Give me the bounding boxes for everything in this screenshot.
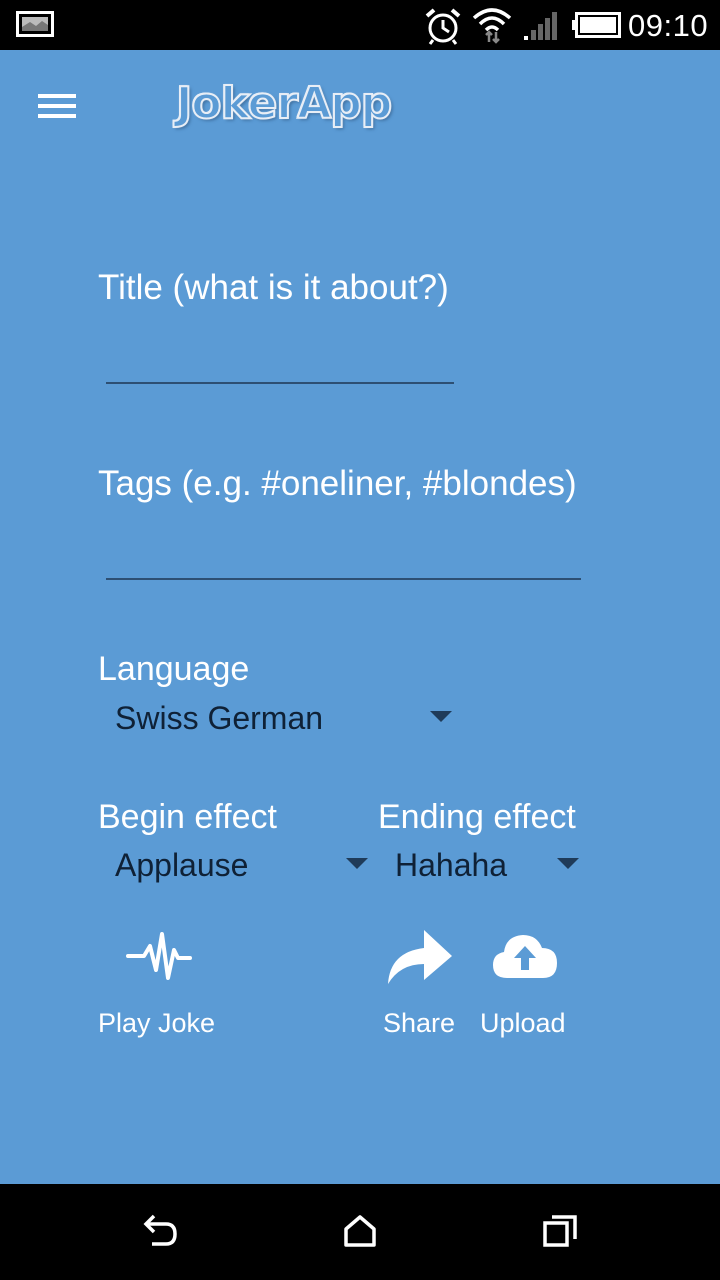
play-joke-label[interactable]: Play Joke bbox=[98, 1008, 215, 1039]
title-field-placeholder[interactable]: Title (what is it about?) bbox=[98, 268, 449, 308]
alarm-icon bbox=[425, 8, 461, 45]
begin-effect-label: Begin effect bbox=[98, 798, 277, 836]
main-content: JokerApp Title (what is it about?) Tags … bbox=[0, 50, 720, 1184]
app-logo: JokerApp bbox=[175, 77, 393, 130]
signal-icon bbox=[524, 12, 557, 40]
home-icon[interactable] bbox=[343, 1214, 377, 1248]
upload-label[interactable]: Upload bbox=[480, 1008, 566, 1039]
hamburger-menu-icon[interactable] bbox=[38, 92, 76, 120]
title-field-underline[interactable] bbox=[106, 382, 454, 384]
share-label[interactable]: Share bbox=[383, 1008, 455, 1039]
back-icon[interactable] bbox=[142, 1214, 178, 1248]
recents-icon[interactable] bbox=[542, 1214, 578, 1248]
gallery-icon bbox=[16, 11, 54, 37]
language-label: Language bbox=[98, 650, 250, 688]
ending-effect-label: Ending effect bbox=[378, 798, 576, 836]
share-arrow-icon[interactable] bbox=[386, 928, 454, 986]
begin-effect-dropdown-caret-icon[interactable] bbox=[346, 858, 368, 869]
tags-field-placeholder[interactable]: Tags (e.g. #oneliner, #blondes) bbox=[98, 464, 577, 504]
tags-field-underline[interactable] bbox=[106, 578, 581, 580]
ending-effect-selected-value[interactable]: Hahaha bbox=[395, 847, 507, 884]
language-selected-value[interactable]: Swiss German bbox=[115, 700, 323, 737]
wifi-icon bbox=[472, 8, 512, 44]
waveform-icon[interactable] bbox=[126, 928, 192, 984]
battery-icon bbox=[572, 12, 621, 38]
status-time: 09:10 bbox=[628, 8, 709, 43]
begin-effect-selected-value[interactable]: Applause bbox=[115, 847, 248, 884]
cloud-upload-icon[interactable] bbox=[491, 930, 559, 982]
status-bar: 09:10 bbox=[0, 0, 720, 50]
ending-effect-dropdown-caret-icon[interactable] bbox=[557, 858, 579, 869]
language-dropdown-caret-icon[interactable] bbox=[430, 711, 452, 722]
